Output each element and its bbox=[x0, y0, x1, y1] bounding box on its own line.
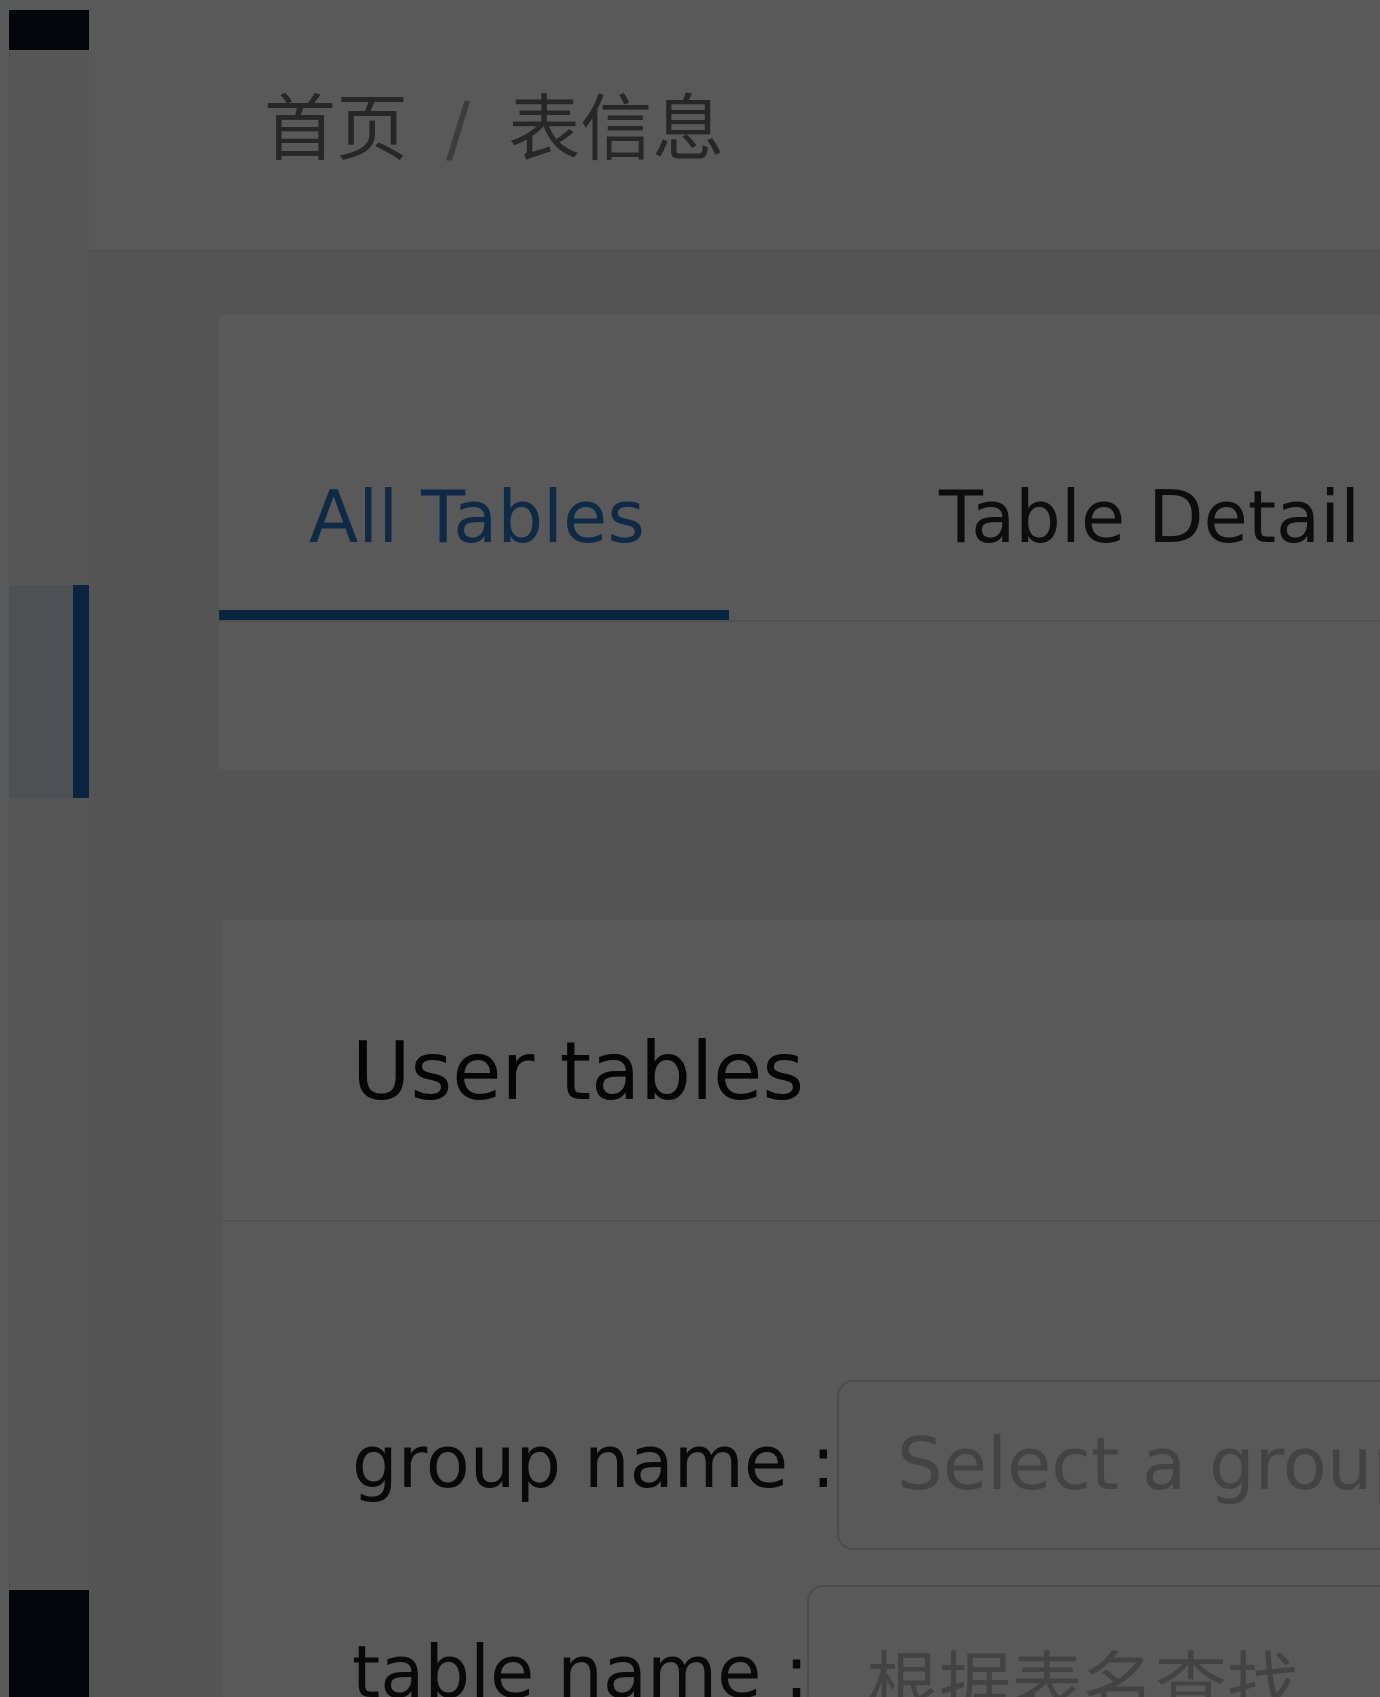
app-screen: 首页 / 表信息 All Tables Table Detail User tabl… bbox=[0, 0, 1380, 1697]
group-name-label: group name : bbox=[352, 1420, 836, 1504]
group-select-placeholder: Select a group bbox=[897, 1422, 1380, 1506]
tab-all-tables[interactable]: All Tables bbox=[309, 475, 645, 559]
sidebar-header bbox=[9, 10, 89, 50]
user-tables-card: User tables group name : Select a group … bbox=[222, 920, 1380, 1697]
table-input-placeholder: 根据表名查找 bbox=[867, 1644, 1300, 1697]
tabs-panel: All Tables Table Detail bbox=[219, 315, 1380, 770]
active-indicator bbox=[73, 585, 89, 798]
tabs-divider bbox=[219, 620, 1380, 622]
active-tab-underline bbox=[219, 610, 729, 620]
group-name-select[interactable]: Select a group bbox=[837, 1380, 1380, 1550]
sidebar bbox=[9, 10, 89, 1697]
breadcrumb-separator: / bbox=[446, 87, 471, 171]
left-edge bbox=[0, 0, 9, 1697]
breadcrumb-home[interactable]: 首页 bbox=[264, 87, 408, 171]
breadcrumb-current: 表信息 bbox=[508, 87, 725, 171]
tab-table-detail[interactable]: Table Detail bbox=[939, 475, 1360, 559]
breadcrumb: 首页 / 表信息 bbox=[264, 70, 724, 175]
table-name-label: table name : bbox=[352, 1630, 809, 1697]
card-divider bbox=[222, 1220, 1380, 1222]
card-title: User tables bbox=[352, 1025, 805, 1118]
sidebar-item-active[interactable] bbox=[9, 585, 89, 798]
table-name-input[interactable]: 根据表名查找 bbox=[807, 1585, 1380, 1697]
main-content: 首页 / 表信息 All Tables Table Detail User tabl… bbox=[89, 10, 1380, 1697]
page-header: 首页 / 表信息 bbox=[89, 10, 1380, 252]
sidebar-footer bbox=[9, 1590, 89, 1697]
